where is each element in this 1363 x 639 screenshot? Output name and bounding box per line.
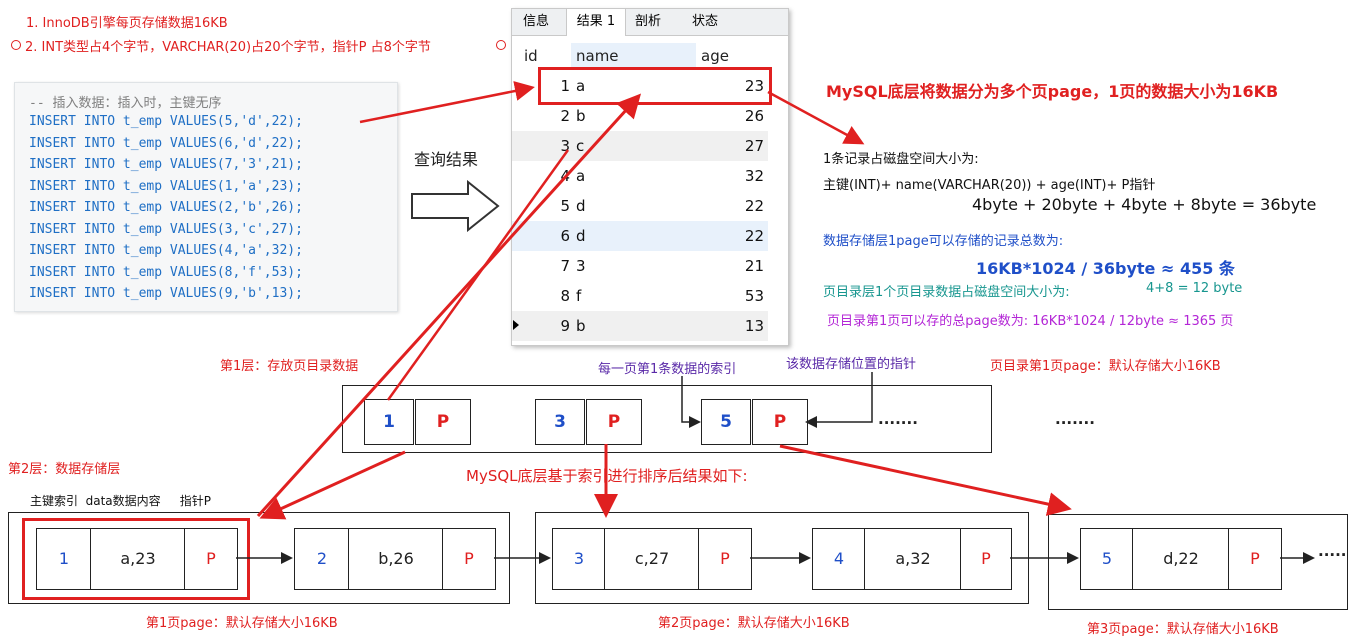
cell-id: 3 — [560, 137, 570, 155]
column-header-id[interactable]: id — [524, 43, 538, 69]
cell-id: 7 — [560, 257, 570, 275]
cell-age: 26 — [744, 107, 764, 125]
record-pointer: P — [698, 528, 752, 590]
record-size-result: 4byte + 20byte + 4byte + 8byte = 36byte — [972, 195, 1317, 214]
column-header-name[interactable]: name — [576, 43, 619, 69]
record-field-labels: 主键索引 data数据内容 指针P — [30, 494, 211, 508]
hollow-arrow-icon — [411, 180, 500, 232]
cell-age: 21 — [744, 257, 764, 275]
cell-age: 22 — [744, 197, 764, 215]
record-pointer: P — [1228, 528, 1282, 590]
cell-age: 13 — [744, 317, 764, 335]
row-highlight-box — [538, 67, 772, 105]
cell-name: b — [576, 107, 586, 125]
query-result-label: 查询结果 — [414, 150, 479, 169]
note-type-sizes: 2. INT类型占4个字节，VARCHAR(20)占20个字节，指针P 占8个字… — [25, 40, 431, 55]
code-line: INSERT INTO t_emp VALUES(9,'b',13); — [29, 286, 303, 301]
bullet-icon — [496, 40, 506, 50]
record-key: 5 — [1080, 528, 1134, 590]
code-line: INSERT INTO t_emp VALUES(5,'d',22); — [29, 114, 303, 129]
cell-age: 27 — [744, 137, 764, 155]
dir-entry-pointer: P — [415, 399, 471, 445]
query-result-grid: 信息 结果 1 剖析 状态 id name age 1 a 23 2 b 26 … — [511, 8, 789, 346]
layer1-label: 第1层：存放页目录数据 — [220, 359, 359, 374]
arrow-index-to-page1 — [259, 450, 406, 520]
result-tabs: 信息 结果 1 剖析 状态 — [512, 9, 788, 36]
dir-page-capacity-label: 页目录第1页可以存的总page数为: 16KB*1024 / 12byte ≈ … — [827, 314, 1234, 329]
record-data: d,22 — [1132, 528, 1230, 590]
tab-profile[interactable]: 剖析 — [626, 9, 670, 35]
cell-name: a — [576, 167, 586, 185]
code-comment: -- 插入数据：插入时，主键无序 — [29, 96, 222, 111]
dir-entry-pointer: P — [586, 399, 642, 445]
code-line: INSERT INTO t_emp VALUES(1,'a',23); — [29, 179, 303, 194]
page3-ellipsis: ····· — [1318, 546, 1347, 564]
record-key: 2 — [294, 528, 350, 590]
record-data: c,27 — [604, 528, 700, 590]
dir-entry-key: 5 — [701, 399, 751, 445]
record-size-formula: 主键(INT)+ name(VARCHAR(20)) + age(INT)+ P… — [823, 178, 1156, 193]
data-layer-capacity-label: 数据存储层1page可以存储的记录总数为: — [823, 234, 1064, 249]
page-concept-title: MySQL底层将数据分为多个页page，1页的数据大小为16KB — [826, 82, 1279, 101]
cell-age: 53 — [744, 287, 764, 305]
record-pointer: P — [960, 528, 1012, 590]
dir-ellipsis: ······· — [878, 414, 918, 432]
cell-id: 5 — [560, 197, 570, 215]
record-key: 4 — [812, 528, 866, 590]
tab-status[interactable]: 状态 — [680, 9, 730, 35]
dir-record-size-label: 页目录层1个页目录数据占磁盘空间大小为: — [823, 285, 1070, 300]
data-layer-capacity-result: 16KB*1024 / 36byte ≈ 455 条 — [976, 259, 1235, 278]
current-row-marker-icon — [513, 320, 519, 330]
cell-name: f — [576, 287, 582, 305]
sql-code-panel: -- 插入数据：插入时，主键无序 INSERT INTO t_emp VALUE… — [14, 82, 398, 312]
record-size-label: 1条记录占磁盘空间大小为: — [823, 152, 979, 167]
bullet-icon — [11, 40, 21, 50]
dir-entry-key: 1 — [364, 399, 414, 445]
dir-page-label: 页目录第1页page：默认存储大小16KB — [990, 359, 1221, 374]
sorted-result-label: MySQL底层基于索引进行排序后结果如下: — [466, 467, 748, 485]
index-key-label: 每一页第1条数据的索引 — [598, 362, 737, 377]
arrow-index-to-page3 — [779, 444, 1072, 516]
cell-name: d — [576, 227, 586, 245]
cell-age: 22 — [744, 227, 764, 245]
cell-age: 32 — [744, 167, 764, 185]
cell-id: 8 — [560, 287, 570, 305]
dir-entry-key: 3 — [535, 399, 585, 445]
dir-record-size-result: 4+8 = 12 byte — [1146, 281, 1243, 296]
tab-info[interactable]: 信息 — [514, 9, 558, 35]
cell-id: 2 — [560, 107, 570, 125]
layer2-label: 第2层：数据存储层 — [8, 462, 121, 477]
note-innodb-page-size: 1. InnoDB引擎每页存储数据16KB — [26, 16, 228, 31]
column-header-age[interactable]: age — [701, 43, 729, 69]
dir-ellipsis: ······· — [1055, 414, 1095, 432]
code-line: INSERT INTO t_emp VALUES(3,'c',27); — [29, 222, 303, 237]
record-pointer: P — [442, 528, 496, 590]
cell-id: 4 — [560, 167, 570, 185]
record-data: b,26 — [348, 528, 444, 590]
page2-label: 第2页page：默认存储大小16KB — [658, 616, 850, 631]
tab-result-1[interactable]: 结果 1 — [566, 9, 626, 36]
record-key: 3 — [552, 528, 606, 590]
cell-name: d — [576, 197, 586, 215]
code-line: INSERT INTO t_emp VALUES(6,'d',22); — [29, 136, 303, 151]
cell-name: b — [576, 317, 586, 335]
page1-label: 第1页page：默认存储大小16KB — [146, 616, 338, 631]
code-line: INSERT INTO t_emp VALUES(2,'b',26); — [29, 200, 303, 215]
cell-name: c — [576, 137, 585, 155]
record-data: a,32 — [864, 528, 962, 590]
cell-id: 9 — [560, 317, 570, 335]
record-highlight-box — [22, 518, 250, 600]
cell-name: 3 — [576, 257, 586, 275]
code-line: INSERT INTO t_emp VALUES(4,'a',32); — [29, 243, 303, 258]
code-line: INSERT INTO t_emp VALUES(7,'3',21); — [29, 157, 303, 172]
page3-label: 第3页page：默认存储大小16KB — [1087, 622, 1279, 637]
pointer-label: 该数据存储位置的指针 — [786, 357, 917, 372]
dir-entry-pointer: P — [752, 399, 808, 445]
code-line: INSERT INTO t_emp VALUES(8,'f',53); — [29, 265, 303, 280]
cell-id: 6 — [560, 227, 570, 245]
